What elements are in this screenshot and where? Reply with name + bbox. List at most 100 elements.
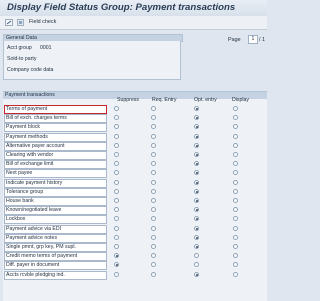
radio-suppress[interactable] [114, 152, 119, 157]
radio-req-entry[interactable] [151, 244, 156, 249]
field-label: Next payee [4, 169, 107, 179]
radio-display[interactable] [233, 216, 238, 222]
column-display: Display [232, 97, 250, 103]
radio-req-entry[interactable] [151, 234, 156, 240]
radio-display[interactable] [233, 161, 238, 167]
radio-req-entry[interactable] [151, 106, 156, 111]
radio-display[interactable] [233, 271, 238, 277]
radio-suppress[interactable] [114, 115, 119, 121]
radio-opt-entry[interactable] [194, 253, 199, 259]
display-change-icon[interactable] [5, 19, 13, 26]
payment-transactions-title: Payment transactions [5, 92, 55, 98]
field-label: Terms of payment [4, 105, 107, 114]
radio-req-entry[interactable] [151, 188, 156, 194]
radio-suppress[interactable] [114, 179, 119, 185]
radio-opt-entry[interactable] [194, 271, 199, 277]
radio-opt-entry[interactable] [194, 170, 199, 176]
field-label: Accts rcvble pledging ind. [4, 270, 107, 280]
field-label: Bill of exch. charges terms [4, 114, 107, 124]
field-row: Payment methods [4, 132, 268, 142]
field-label: Lockbox [4, 215, 107, 225]
radio-suppress[interactable] [114, 106, 119, 111]
radio-opt-entry[interactable] [194, 207, 199, 213]
radio-req-entry[interactable] [151, 271, 156, 277]
radio-display[interactable] [233, 170, 238, 176]
field-label: Payment advice via EDI [4, 224, 107, 234]
radio-opt-entry[interactable] [194, 234, 199, 240]
radio-req-entry[interactable] [151, 198, 156, 203]
radio-display[interactable] [233, 225, 238, 231]
radio-req-entry[interactable] [151, 262, 156, 268]
field-label: Indicate payment history [4, 178, 107, 188]
radio-suppress[interactable] [114, 216, 119, 222]
radio-opt-entry[interactable] [194, 225, 199, 231]
radio-display[interactable] [233, 115, 238, 121]
radio-suppress[interactable] [114, 253, 119, 259]
radio-req-entry[interactable] [151, 161, 156, 167]
radio-suppress[interactable] [114, 262, 119, 268]
radio-display[interactable] [233, 188, 238, 194]
radio-suppress[interactable] [114, 225, 119, 231]
radio-opt-entry[interactable] [194, 188, 199, 194]
radio-display[interactable] [233, 234, 238, 240]
field-row: Next payee [4, 169, 268, 179]
radio-opt-entry[interactable] [194, 216, 199, 222]
acct-group-value: 0001 [40, 45, 52, 51]
field-row: House bank [4, 197, 268, 206]
field-label: Alternative payer account [4, 141, 107, 151]
radio-opt-entry[interactable] [194, 124, 199, 130]
radio-display[interactable] [233, 198, 238, 203]
radio-suppress[interactable] [114, 142, 119, 148]
column-req-entry: Req. Entry [152, 97, 177, 103]
radio-suppress[interactable] [114, 271, 119, 277]
radio-display[interactable] [233, 142, 238, 148]
radio-display[interactable] [233, 207, 238, 213]
radio-display[interactable] [233, 253, 238, 259]
radio-opt-entry[interactable] [194, 142, 199, 148]
radio-opt-entry[interactable] [194, 161, 199, 167]
page-input[interactable]: 1 [248, 35, 258, 44]
field-row: Terms of payment [4, 105, 268, 114]
radio-req-entry[interactable] [151, 115, 156, 121]
radio-suppress[interactable] [114, 244, 119, 249]
radio-display[interactable] [233, 152, 238, 157]
radio-req-entry[interactable] [151, 207, 156, 213]
radio-req-entry[interactable] [151, 216, 156, 222]
radio-opt-entry[interactable] [194, 262, 199, 268]
radio-display[interactable] [233, 244, 238, 249]
radio-req-entry[interactable] [151, 133, 156, 139]
radio-req-entry[interactable] [151, 179, 156, 185]
radio-req-entry[interactable] [151, 142, 156, 148]
radio-suppress[interactable] [114, 170, 119, 176]
radio-req-entry[interactable] [151, 253, 156, 259]
radio-suppress[interactable] [114, 207, 119, 213]
field-row: Bill of exch. charges terms [4, 114, 268, 124]
page-label: Page [228, 37, 241, 43]
radio-req-entry[interactable] [151, 225, 156, 231]
radio-display[interactable] [233, 133, 238, 139]
radio-suppress[interactable] [114, 124, 119, 130]
acct-group-label: Acct group [7, 45, 32, 51]
radio-opt-entry[interactable] [194, 198, 199, 203]
radio-opt-entry[interactable] [194, 106, 199, 111]
radio-opt-entry[interactable] [194, 152, 199, 157]
radio-opt-entry[interactable] [194, 244, 199, 249]
application-toolbar: Field check [0, 16, 267, 30]
radio-suppress[interactable] [114, 234, 119, 240]
radio-req-entry[interactable] [151, 152, 156, 157]
radio-suppress[interactable] [114, 133, 119, 139]
radio-display[interactable] [233, 106, 238, 111]
other-object-icon[interactable] [17, 19, 24, 26]
radio-display[interactable] [233, 179, 238, 185]
radio-req-entry[interactable] [151, 124, 156, 130]
radio-suppress[interactable] [114, 188, 119, 194]
radio-suppress[interactable] [114, 161, 119, 167]
radio-req-entry[interactable] [151, 170, 156, 176]
radio-opt-entry[interactable] [194, 179, 199, 185]
radio-display[interactable] [233, 124, 238, 130]
radio-opt-entry[interactable] [194, 115, 199, 121]
radio-display[interactable] [233, 262, 238, 268]
field-check-button[interactable]: Field check [29, 19, 56, 25]
radio-opt-entry[interactable] [194, 133, 199, 139]
radio-suppress[interactable] [114, 198, 119, 203]
